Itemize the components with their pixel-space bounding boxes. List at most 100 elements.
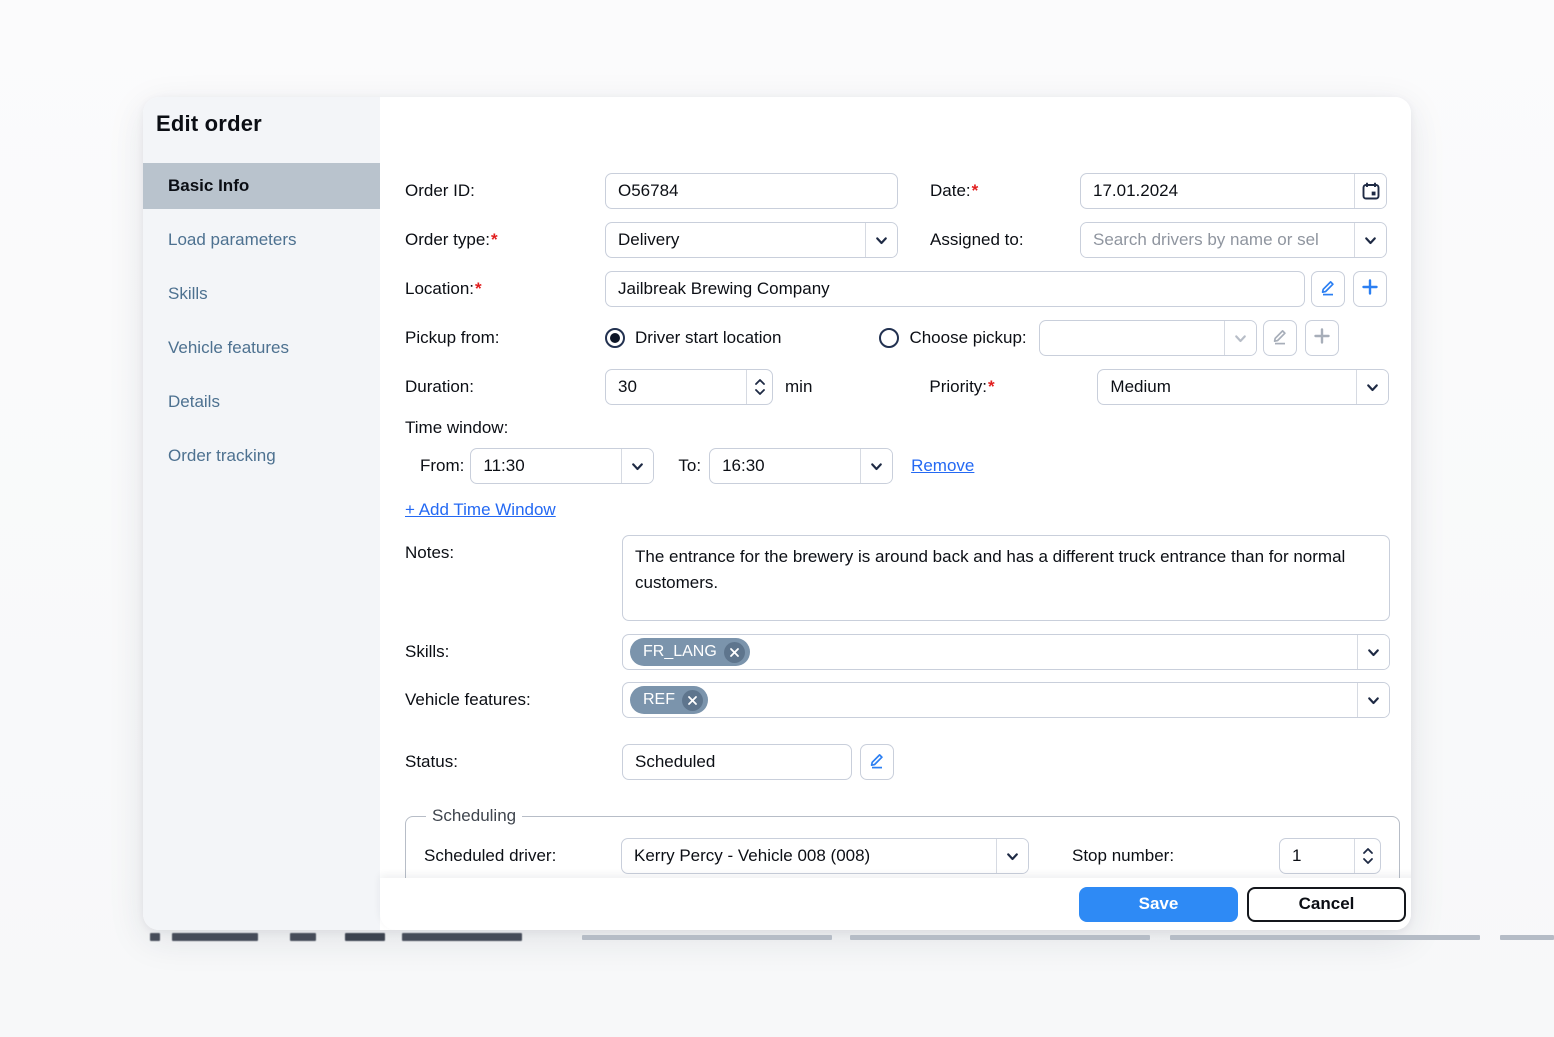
- status-edit-button[interactable]: [860, 744, 894, 780]
- location-edit-button[interactable]: [1311, 271, 1345, 307]
- required-asterisk: *: [988, 377, 995, 396]
- background-fragment: [150, 933, 160, 941]
- sidebar-item-label: Details: [168, 392, 220, 412]
- order-type-select[interactable]: Delivery: [605, 222, 898, 258]
- plus-icon: [1313, 327, 1331, 350]
- sidebar-item-label: Vehicle features: [168, 338, 289, 358]
- sidebar-item-basic-info[interactable]: Basic Info: [143, 163, 380, 209]
- priority-label: Priority:*: [929, 377, 1079, 397]
- order-type-value: Delivery: [606, 230, 865, 250]
- scheduling-legend: Scheduling: [426, 806, 522, 826]
- duration-label: Duration:: [405, 377, 605, 397]
- vehicle-feature-tag-label: REF: [643, 691, 675, 709]
- sidebar-nav: Basic Info Load parameters Skills Vehicl…: [143, 163, 380, 479]
- time-from-select[interactable]: 11:30: [470, 448, 654, 484]
- time-from-value: 11:30: [471, 456, 621, 476]
- chevron-down-icon: [1224, 321, 1256, 355]
- plus-icon: [1361, 278, 1379, 301]
- stop-number-value: 1: [1280, 846, 1354, 866]
- cancel-button[interactable]: Cancel: [1247, 887, 1406, 922]
- required-asterisk: *: [475, 279, 482, 298]
- priority-select[interactable]: Medium: [1097, 369, 1389, 405]
- assigned-to-combobox[interactable]: [1080, 222, 1387, 258]
- background-fragment: [290, 933, 316, 941]
- skill-tag: FR_LANG: [630, 638, 750, 666]
- location-input[interactable]: [605, 271, 1305, 307]
- chevron-down-icon[interactable]: [1357, 683, 1389, 717]
- assigned-to-input[interactable]: [1081, 223, 1354, 257]
- location-label: Location:*: [405, 279, 605, 299]
- sidebar-item-skills[interactable]: Skills: [143, 271, 380, 317]
- sidebar-item-label: Load parameters: [168, 230, 297, 250]
- time-window-to-label: To:: [678, 456, 701, 476]
- dialog-sidebar: Edit order Basic Info Load parameters Sk…: [143, 97, 380, 930]
- dialog-title: Edit order: [143, 97, 380, 137]
- radio-choose-pickup[interactable]: [879, 328, 899, 348]
- skills-multiselect[interactable]: FR_LANG: [622, 634, 1390, 670]
- sidebar-item-label: Basic Info: [168, 176, 249, 196]
- date-value: 17.01.2024: [1081, 181, 1354, 201]
- sidebar-item-load-parameters[interactable]: Load parameters: [143, 217, 380, 263]
- add-time-window-link[interactable]: + Add Time Window: [405, 500, 556, 519]
- status-label: Status:: [405, 752, 605, 772]
- sidebar-item-vehicle-features[interactable]: Vehicle features: [143, 325, 380, 371]
- pencil-icon: [868, 751, 886, 774]
- order-id-label: Order ID:: [405, 181, 605, 201]
- scheduled-driver-label: Scheduled driver:: [424, 846, 621, 866]
- chevron-down-icon: [621, 449, 653, 483]
- time-window-from-label: From:: [420, 456, 464, 476]
- vehicle-features-multiselect[interactable]: REF: [622, 682, 1390, 718]
- skills-label: Skills:: [405, 642, 605, 662]
- date-field[interactable]: 17.01.2024: [1080, 173, 1387, 209]
- chevron-down-icon: [860, 449, 892, 483]
- priority-value: Medium: [1098, 377, 1356, 397]
- radio-driver-start-location-label: Driver start location: [635, 328, 781, 348]
- required-asterisk: *: [972, 181, 979, 200]
- date-label: Date:*: [930, 181, 1080, 201]
- remove-tag-icon[interactable]: [682, 690, 703, 711]
- scheduled-driver-value: Kerry Percy - Vehicle 008 (008): [622, 846, 996, 866]
- remove-time-window-link[interactable]: Remove: [911, 456, 974, 476]
- duration-value: 30: [606, 377, 746, 397]
- choose-pickup-edit-button: [1263, 320, 1297, 356]
- chevron-down-icon: [865, 223, 897, 257]
- chevron-down-icon[interactable]: [1354, 223, 1386, 257]
- assigned-to-label: Assigned to:: [930, 230, 1080, 250]
- background-fragment: [345, 933, 385, 941]
- calendar-icon[interactable]: [1354, 174, 1386, 208]
- chevron-down-icon: [1356, 370, 1388, 404]
- sidebar-item-details[interactable]: Details: [143, 379, 380, 425]
- remove-tag-icon[interactable]: [724, 642, 745, 663]
- pickup-from-label: Pickup from:: [405, 328, 605, 348]
- dialog-body: Order ID: Date:* 17.01.2024 Order type:*…: [380, 97, 1411, 930]
- order-id-input[interactable]: [605, 173, 898, 209]
- save-button[interactable]: Save: [1079, 887, 1238, 922]
- background-bar: [582, 935, 832, 940]
- choose-pickup-add-button: [1305, 320, 1339, 356]
- location-add-button[interactable]: [1353, 271, 1387, 307]
- required-asterisk: *: [491, 230, 498, 249]
- radio-driver-start-location[interactable]: [605, 328, 625, 348]
- stepper-arrows-icon[interactable]: [1354, 839, 1380, 873]
- sidebar-item-label: Order tracking: [168, 446, 276, 466]
- time-to-value: 16:30: [710, 456, 860, 476]
- duration-stepper[interactable]: 30: [605, 369, 773, 405]
- background-page-sliver: [150, 931, 1554, 943]
- chevron-down-icon: [996, 839, 1028, 873]
- status-input[interactable]: [622, 744, 852, 780]
- sidebar-item-order-tracking[interactable]: Order tracking: [143, 433, 380, 479]
- stepper-arrows-icon[interactable]: [746, 370, 772, 404]
- stop-number-stepper[interactable]: 1: [1279, 838, 1381, 874]
- vehicle-feature-tag: REF: [630, 686, 708, 714]
- radio-choose-pickup-label: Choose pickup:: [909, 328, 1026, 348]
- notes-textarea[interactable]: [622, 535, 1390, 621]
- notes-label: Notes:: [405, 535, 605, 563]
- order-type-label: Order type:*: [405, 230, 605, 250]
- background-bar: [850, 935, 1150, 940]
- chevron-down-icon[interactable]: [1357, 635, 1389, 669]
- time-to-select[interactable]: 16:30: [709, 448, 893, 484]
- duration-unit: min: [785, 377, 812, 397]
- pencil-icon: [1319, 278, 1337, 301]
- background-fragment: [402, 933, 522, 941]
- scheduled-driver-select[interactable]: Kerry Percy - Vehicle 008 (008): [621, 838, 1029, 874]
